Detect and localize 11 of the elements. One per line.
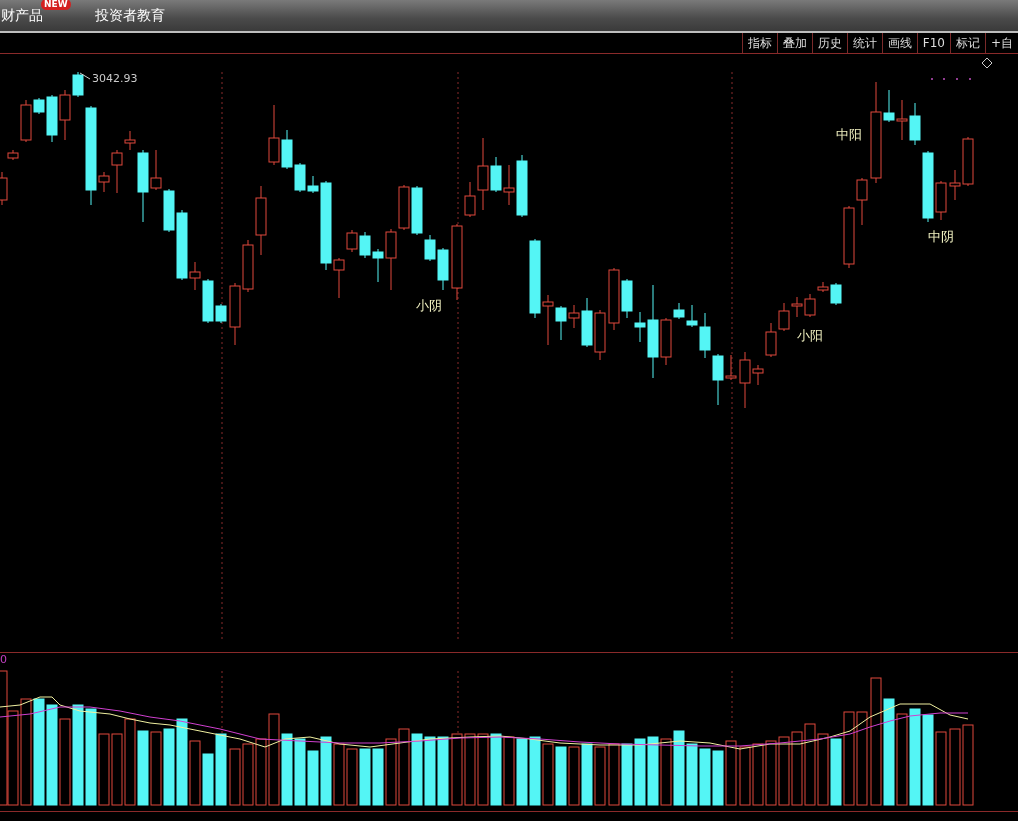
chart-annotation: 中阳: [836, 126, 862, 144]
menu-item[interactable]: 投资者教育: [94, 6, 165, 25]
price-label: 3042.93: [92, 72, 138, 85]
axis-label: 0: [0, 653, 7, 666]
new-badge: NEW: [41, 0, 71, 10]
diamond-icon: [981, 57, 993, 69]
chart-annotation: 小阳: [797, 327, 823, 345]
chart-annotation: 小阴: [416, 297, 442, 315]
menu-item[interactable]: 财产品: [1, 6, 43, 25]
leader-line: [79, 72, 91, 80]
chart-annotation: 中阴: [928, 228, 954, 246]
